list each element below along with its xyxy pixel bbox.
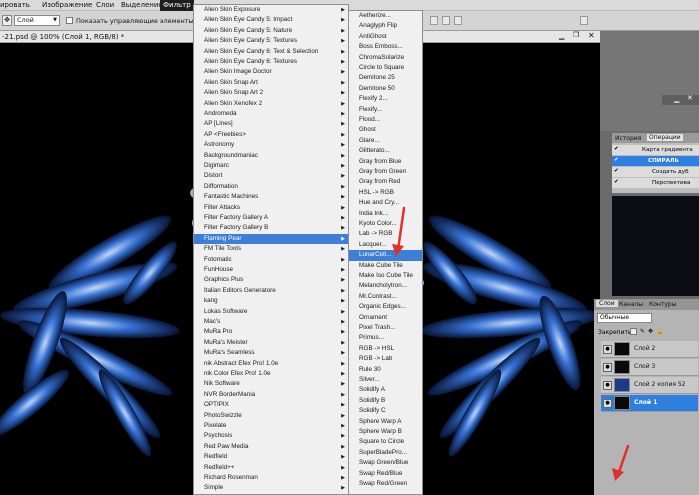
red-arrow-head — [612, 468, 624, 481]
annotation-arrows — [392, 206, 630, 481]
photoshop-window: { "menubar": {"items": ["ировать", "Изоб… — [0, 0, 699, 495]
red-arrow — [396, 206, 406, 252]
red-arrow-head — [392, 244, 404, 256]
